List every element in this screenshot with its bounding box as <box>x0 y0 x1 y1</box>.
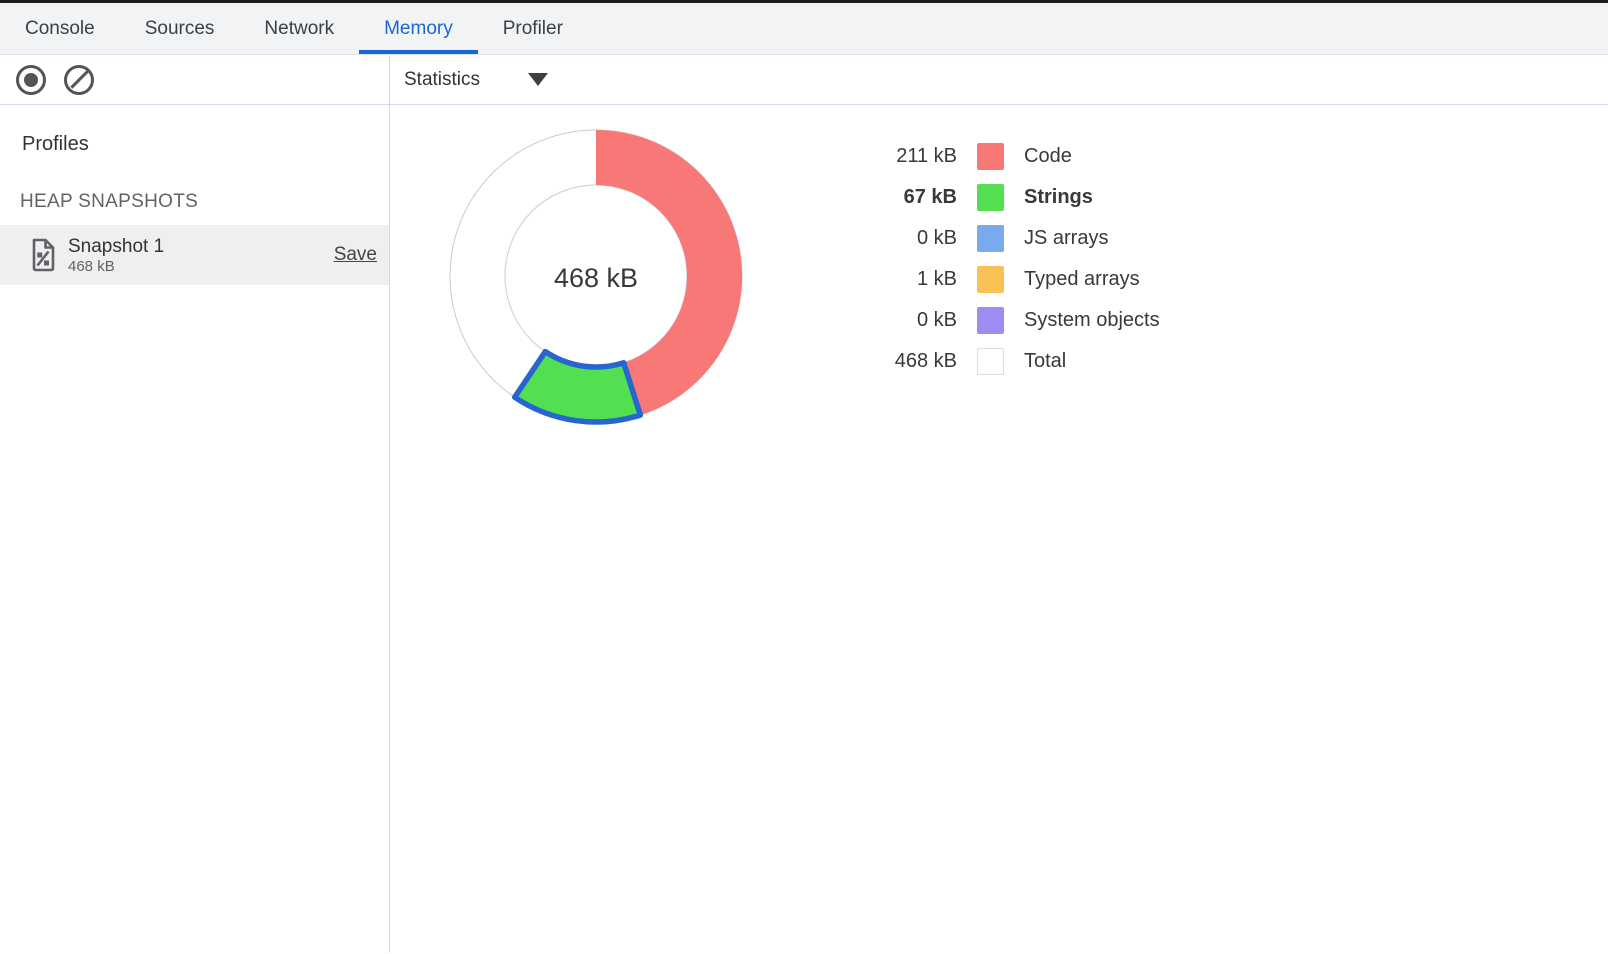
legend-size: 468 kB <box>867 350 957 373</box>
statistics-pane: Statistics 468 kB 211 kB Code 67 kB Strings… <box>390 55 1608 953</box>
legend-row-strings[interactable]: 67 kB Strings <box>867 177 1160 218</box>
legend-label: JS arrays <box>1024 227 1108 250</box>
legend-row-code[interactable]: 211 kB Code <box>867 136 1160 177</box>
profiles-title: Profiles <box>22 133 389 156</box>
legend-row-typed-arrays[interactable]: 1 kB Typed arrays <box>867 259 1160 300</box>
legend-size: 0 kB <box>867 309 957 332</box>
perspective-select[interactable]: Statistics <box>404 69 548 91</box>
tab-sources[interactable]: Sources <box>120 3 240 54</box>
legend-label: Strings <box>1024 186 1093 209</box>
legend-swatch-code <box>977 143 1004 170</box>
tab-memory[interactable]: Memory <box>359 3 478 54</box>
legend-label: Typed arrays <box>1024 268 1140 291</box>
legend-swatch-total <box>977 348 1004 375</box>
legend-row-system-objects[interactable]: 0 kB System objects <box>867 300 1160 341</box>
statistics-chart-area: 468 kB 211 kB Code 67 kB Strings 0 kB JS arra… <box>390 105 1608 953</box>
snapshot-size: 468 kB <box>68 258 164 276</box>
clear-profiles-button[interactable] <box>64 65 94 95</box>
legend-row-js-arrays[interactable]: 0 kB JS arrays <box>867 218 1160 259</box>
legend-swatch-js-arrays <box>977 225 1004 252</box>
perspective-select-label: Statistics <box>404 69 480 91</box>
memory-donut-chart <box>446 126 746 426</box>
legend-swatch-typed-arrays <box>977 266 1004 293</box>
memory-panel: Profiles HEAP SNAPSHOTS Snapshot 1 468 k… <box>0 55 1608 953</box>
legend-label: Total <box>1024 350 1066 373</box>
chart-legend: 211 kB Code 67 kB Strings 0 kB JS arrays 1 kB T… <box>867 136 1160 382</box>
legend-size: 0 kB <box>867 227 957 250</box>
save-link[interactable]: Save <box>334 244 377 266</box>
legend-size: 1 kB <box>867 268 957 291</box>
profiles-sidebar-pane: Profiles HEAP SNAPSHOTS Snapshot 1 468 k… <box>0 55 390 953</box>
devtools-window: ConsoleSourcesNetworkMemoryProfiler Prof… <box>0 0 1608 953</box>
heap-snapshot-icon <box>30 238 56 272</box>
legend-size: 211 kB <box>867 145 957 168</box>
tab-profiler[interactable]: Profiler <box>478 3 588 54</box>
panel-tabbar: ConsoleSourcesNetworkMemoryProfiler <box>0 3 1608 55</box>
donut-slice-strings[interactable] <box>515 352 641 422</box>
statistics-toolbar: Statistics <box>390 55 1608 105</box>
record-icon-dot <box>24 73 38 87</box>
tab-network[interactable]: Network <box>239 3 359 54</box>
profiles-toolbar <box>0 55 389 105</box>
profiles-list: Profiles HEAP SNAPSHOTS Snapshot 1 468 k… <box>0 105 389 285</box>
sidebar-item-snapshot-1[interactable]: Snapshot 1 468 kB Save <box>0 225 389 285</box>
legend-label: System objects <box>1024 309 1160 332</box>
donut-outline-circle <box>505 185 687 367</box>
chevron-down-icon <box>528 73 548 86</box>
tab-console[interactable]: Console <box>0 3 120 54</box>
legend-swatch-strings <box>977 184 1004 211</box>
snapshot-title: Snapshot 1 <box>68 235 164 258</box>
snapshot-texts: Snapshot 1 468 kB <box>68 235 164 276</box>
heap-snapshots-section-title: HEAP SNAPSHOTS <box>20 191 389 213</box>
legend-swatch-system-objects <box>977 307 1004 334</box>
take-heap-snapshot-button[interactable] <box>16 65 46 95</box>
legend-size: 67 kB <box>867 186 957 209</box>
legend-label: Code <box>1024 145 1072 168</box>
legend-row-total[interactable]: 468 kB Total <box>867 341 1160 382</box>
